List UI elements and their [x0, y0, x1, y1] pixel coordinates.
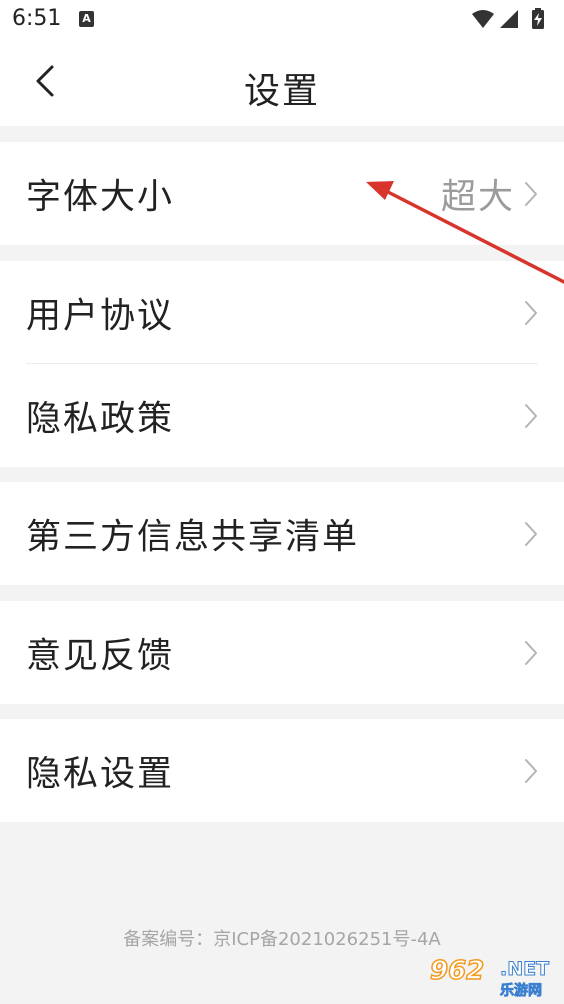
settings-item-label: 隐私设置 [26, 754, 175, 794]
settings-item-label: 用户协议 [26, 296, 175, 336]
watermark-number: 962 [429, 955, 485, 987]
a-icon: A [79, 11, 94, 27]
watermark-logo: 962 .NET 乐游网 [426, 954, 560, 1000]
page-title: 设置 [243, 71, 320, 112]
status-time: 6:51 [12, 6, 62, 31]
icp-footer: 备案编号：京ICP备2021026251号-4A [123, 929, 441, 950]
settings-item-label: 字体大小 [26, 177, 175, 217]
chevron-right-icon [525, 640, 537, 665]
watermark-domain: .NET [499, 958, 550, 981]
settings-item-third-party-list[interactable]: 第三方信息共享清单 [0, 482, 564, 585]
wifi-icon [472, 10, 494, 28]
settings-group-privacy: 隐私设置 [0, 719, 564, 822]
cellular-signal-icon [500, 10, 518, 28]
settings-item-feedback[interactable]: 意见反馈 [0, 601, 564, 704]
watermark-sub: 乐游网 [500, 983, 543, 1000]
settings-item-font-size[interactable]: 字体大小 超大 [0, 142, 564, 245]
settings-item-user-agreement[interactable]: 用户协议 [0, 261, 564, 364]
settings-group-display: 字体大小 超大 [0, 142, 564, 245]
settings-item-label: 意见反馈 [26, 636, 175, 676]
settings-item-label: 第三方信息共享清单 [26, 517, 360, 557]
settings-item-privacy-policy[interactable]: 隐私政策 [0, 364, 564, 467]
battery-charging-icon [532, 8, 544, 29]
nav-bar: 设置 [0, 40, 564, 126]
chevron-right-icon [525, 403, 537, 428]
settings-group-sharing: 第三方信息共享清单 [0, 482, 564, 585]
settings-item-privacy-settings[interactable]: 隐私设置 [0, 719, 564, 822]
status-bar: 6:51 A [0, 0, 564, 40]
settings-group-feedback: 意见反馈 [0, 601, 564, 704]
status-icons [472, 8, 544, 29]
settings-group-legal: 用户协议 隐私政策 [0, 261, 564, 467]
chevron-right-icon [525, 300, 537, 325]
font-size-value: 超大 [440, 177, 515, 217]
chevron-right-icon [525, 521, 537, 546]
chevron-right-icon [525, 758, 537, 783]
settings-item-label: 隐私政策 [26, 399, 175, 439]
chevron-right-icon [525, 181, 537, 206]
